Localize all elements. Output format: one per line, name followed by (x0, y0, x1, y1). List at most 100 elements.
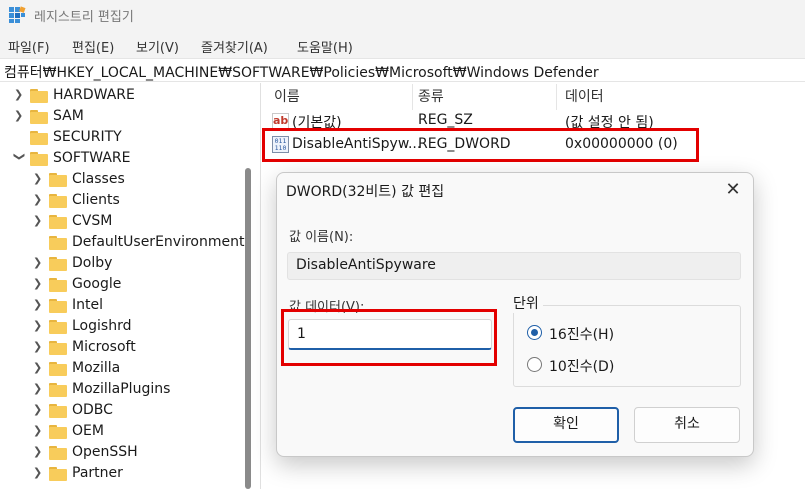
tree-scrollbar-thumb[interactable] (245, 168, 251, 489)
column-divider[interactable] (556, 84, 557, 110)
tree-item-label: Google (72, 276, 122, 292)
folder-icon (49, 383, 67, 397)
tree-item-odbc[interactable]: ❯ ODBC (0, 401, 245, 422)
tree-item-google[interactable]: ❯ Google (0, 275, 245, 296)
chevron-right-icon[interactable]: ❯ (33, 172, 45, 186)
folder-icon (49, 446, 67, 460)
ok-button[interactable]: 확인 (513, 407, 619, 443)
tree-item-label: DefaultUserEnvironment (72, 234, 245, 250)
tree-item-software[interactable]: ❯ SOFTWARE (0, 149, 245, 170)
folder-icon (30, 131, 48, 145)
tree-item-partner[interactable]: ❯ Partner (0, 464, 245, 485)
tree-item-dolby[interactable]: ❯ Dolby (0, 254, 245, 275)
tree-item-defaultuserenvironment[interactable]: DefaultUserEnvironment (0, 233, 245, 254)
tree-item-openssh[interactable]: ❯ OpenSSH (0, 443, 245, 464)
tree-item-label: Mozilla (72, 360, 121, 376)
column-header-data[interactable]: 데이터 (565, 86, 604, 110)
chevron-right-icon[interactable]: ❯ (33, 298, 45, 312)
highlight-box-row (262, 128, 699, 162)
tree-item-label: Intel (72, 297, 103, 313)
dialog-title: DWORD(32비트) 값 편집 (286, 184, 445, 200)
chevron-right-icon[interactable]: ❯ (33, 403, 45, 417)
folder-icon (49, 404, 67, 418)
folder-icon (49, 467, 67, 481)
radio-decimal[interactable] (527, 357, 542, 372)
tree-item-label: SECURITY (53, 129, 122, 145)
address-bar[interactable]: 컴퓨터₩HKEY_LOCAL_MACHINE₩SOFTWARE₩Policies… (0, 58, 805, 82)
chevron-right-icon[interactable]: ❯ (14, 109, 26, 123)
radio-decimal-label[interactable]: 10진수(D) (549, 356, 614, 376)
chevron-down-icon[interactable]: ❯ (12, 152, 26, 164)
title-bar: 레지스트리 편집기 (0, 0, 805, 32)
menu-favorites[interactable]: 즐겨찾기(A) (201, 37, 268, 56)
tree-item-label: Dolby (72, 255, 113, 271)
regedit-app-icon (9, 6, 26, 23)
chevron-right-icon[interactable]: ❯ (33, 445, 45, 459)
value-type: REG_SZ (418, 112, 473, 128)
highlight-box-input (281, 309, 497, 366)
menu-view[interactable]: 보기(V) (136, 37, 179, 56)
tree-item-label: CVSM (72, 213, 113, 229)
chevron-right-icon[interactable]: ❯ (14, 88, 26, 102)
folder-icon (49, 215, 67, 229)
address-path[interactable]: 컴퓨터₩HKEY_LOCAL_MACHINE₩SOFTWARE₩Policies… (4, 62, 599, 82)
tree-item-oem[interactable]: ❯ OEM (0, 422, 245, 443)
tree-item-label: OEM (72, 423, 104, 439)
folder-icon (49, 425, 67, 439)
chevron-right-icon[interactable]: ❯ (33, 466, 45, 480)
menu-help[interactable]: 도움말(H) (297, 37, 353, 56)
chevron-right-icon[interactable]: ❯ (33, 193, 45, 207)
folder-icon (49, 341, 67, 355)
tree-item-label: Partner (72, 465, 123, 481)
tree-item-hardware[interactable]: ❯ HARDWARE (0, 86, 245, 107)
pane-splitter[interactable] (260, 83, 261, 489)
chevron-right-icon[interactable]: ❯ (33, 424, 45, 438)
radio-hex-label[interactable]: 16진수(H) (549, 324, 614, 344)
tree-item-security[interactable]: SECURITY (0, 128, 245, 149)
tree-item-label: OpenSSH (72, 444, 138, 460)
string-value-icon: ab (272, 113, 289, 129)
folder-icon (30, 152, 48, 166)
tree-item-label: MozillaPlugins (72, 381, 171, 397)
folder-icon (49, 299, 67, 313)
chevron-right-icon[interactable]: ❯ (33, 382, 45, 396)
menu-bar: 파일(F) 편집(E) 보기(V) 즐겨찾기(A) 도움말(H) (0, 32, 805, 58)
close-icon[interactable]: ✕ (721, 178, 745, 202)
tree-item-classes[interactable]: ❯ Classes (0, 170, 245, 191)
tree-item-cvsm[interactable]: ❯ CVSM (0, 212, 245, 233)
chevron-right-icon[interactable]: ❯ (33, 340, 45, 354)
base-group-label: 단위 (513, 293, 543, 313)
tree-item-intel[interactable]: ❯ Intel (0, 296, 245, 317)
column-header-name[interactable]: 이름 (274, 86, 300, 110)
folder-icon (49, 194, 67, 208)
radio-hex[interactable] (527, 325, 542, 340)
value-name-field: DisableAntiSpyware (287, 252, 741, 280)
tree-item-label: Logishrd (72, 318, 132, 334)
tree-item-sam[interactable]: ❯ SAM (0, 107, 245, 128)
folder-icon (49, 236, 67, 250)
folder-icon (49, 173, 67, 187)
chevron-right-icon[interactable]: ❯ (33, 277, 45, 291)
column-header-type[interactable]: 종류 (418, 86, 444, 110)
tree-item-logishrd[interactable]: ❯ Logishrd (0, 317, 245, 338)
chevron-right-icon[interactable]: ❯ (33, 256, 45, 270)
chevron-right-icon[interactable]: ❯ (33, 319, 45, 333)
tree-item-microsoft[interactable]: ❯ Microsoft (0, 338, 245, 359)
chevron-right-icon[interactable]: ❯ (33, 214, 45, 228)
folder-icon (30, 110, 48, 124)
folder-icon (49, 362, 67, 376)
folder-icon (49, 257, 67, 271)
tree-item-mozillaplugins[interactable]: ❯ MozillaPlugins (0, 380, 245, 401)
tree-item-label: Classes (72, 171, 125, 187)
menu-file[interactable]: 파일(F) (8, 37, 50, 56)
folder-icon (49, 320, 67, 334)
tree-item-label: Microsoft (72, 339, 136, 355)
column-divider[interactable] (412, 84, 413, 110)
menu-edit[interactable]: 편집(E) (72, 37, 114, 56)
cancel-button[interactable]: 취소 (634, 407, 740, 443)
chevron-right-icon[interactable]: ❯ (33, 361, 45, 375)
folder-icon (49, 278, 67, 292)
tree-item-mozilla[interactable]: ❯ Mozilla (0, 359, 245, 380)
registry-tree: ❯ HARDWARE ❯ SAM SECURITY ❯ SOFTWARE ❯ C… (0, 83, 253, 489)
tree-item-clients[interactable]: ❯ Clients (0, 191, 245, 212)
